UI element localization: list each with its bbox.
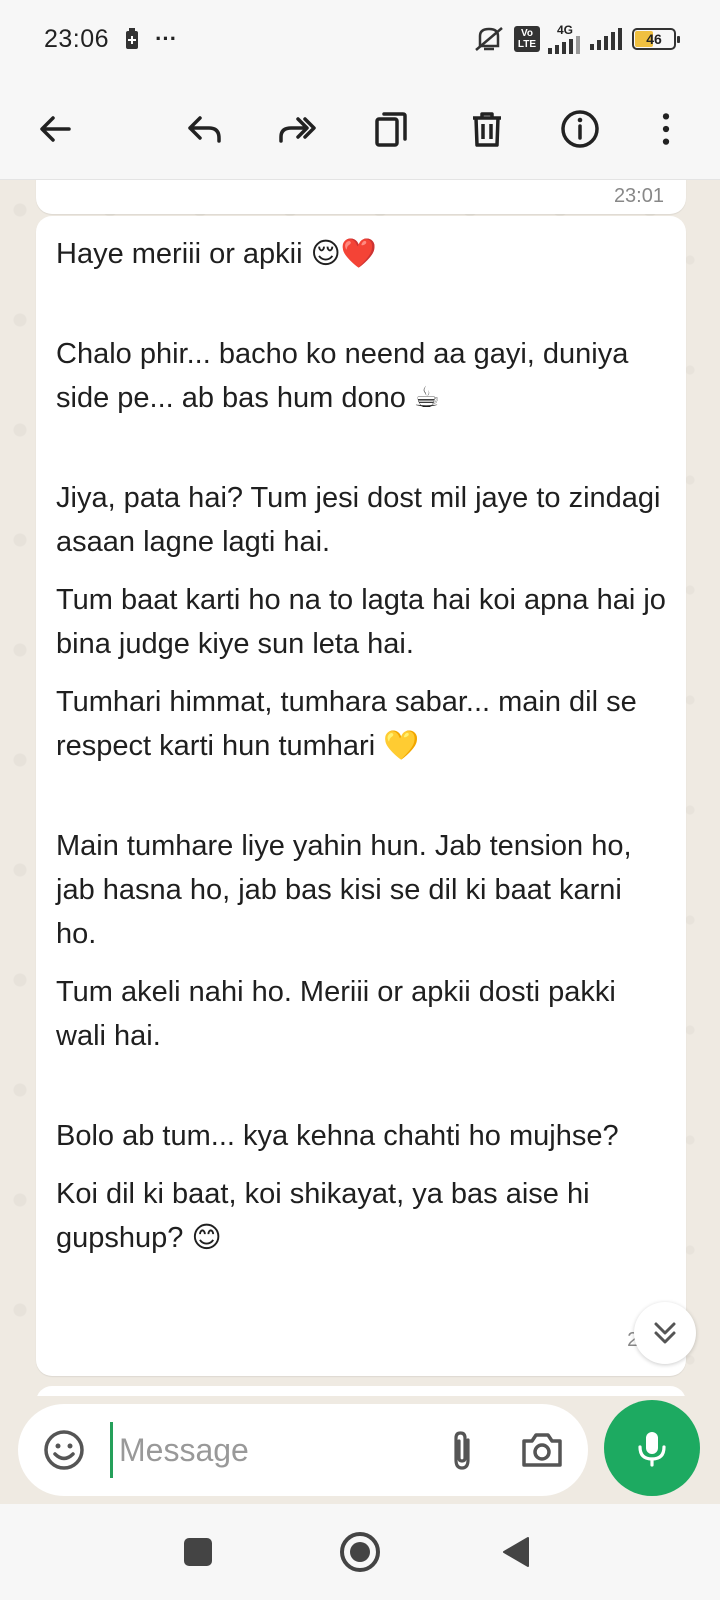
message-line: Tum akeli nahi ho. Meriii or apkii dosti… <box>56 976 616 1052</box>
status-bar: 23:06 ··· Vo LTE 4G 46 <box>0 0 720 78</box>
message-time: 23:01 <box>613 185 664 207</box>
chat-area[interactable]: 23:01 Haye meriii or apkii 😌❤️ Chalo phi… <box>0 180 720 1396</box>
home-button[interactable] <box>338 1530 382 1574</box>
back-button[interactable] <box>26 100 84 158</box>
home-circle-icon <box>340 1532 380 1572</box>
emoji-button[interactable] <box>40 1426 88 1474</box>
back-nav-button[interactable] <box>494 1530 538 1574</box>
message-input[interactable] <box>110 1422 410 1478</box>
input-bar <box>0 1396 720 1504</box>
signal-icon-2 <box>590 28 622 50</box>
double-chevron-down-icon <box>654 1322 676 1344</box>
camera-button[interactable] <box>518 1426 566 1474</box>
message-line: Koi dil ki baat, koi shikayat, ya bas ai… <box>56 1178 590 1254</box>
attach-button[interactable] <box>438 1426 486 1474</box>
reply-icon <box>188 116 221 143</box>
delete-button[interactable] <box>458 100 516 158</box>
status-overflow: ··· <box>155 26 178 51</box>
status-time: 23:06 <box>44 24 110 53</box>
emoji-icon <box>44 1430 84 1470</box>
paperclip-icon <box>454 1431 470 1470</box>
message-line: Main tumhare liye yahin hun. Jab tension… <box>56 830 632 950</box>
previous-message-bubble[interactable]: 23:01 <box>36 180 686 214</box>
info-icon <box>561 110 599 148</box>
mute-icon <box>475 27 503 51</box>
message-line: Haye meriii or apkii 😌❤️ <box>56 238 377 270</box>
microphone-icon <box>638 1432 666 1467</box>
copy-button[interactable] <box>362 100 420 158</box>
camera-icon <box>522 1433 562 1467</box>
next-message-bubble[interactable] <box>36 1386 686 1396</box>
more-vert-icon <box>662 113 670 145</box>
voice-record-button[interactable] <box>604 1400 700 1496</box>
volte-icon: Vo LTE <box>514 26 540 52</box>
battery-level: 46 <box>646 31 662 47</box>
square-icon <box>184 1538 212 1566</box>
recents-button[interactable] <box>176 1530 220 1574</box>
battery-saver-icon <box>126 28 139 49</box>
back-arrow-icon <box>40 116 71 142</box>
message-line: Tumhari himmat, tumhara sabar... main di… <box>56 686 637 762</box>
forward-icon <box>279 117 316 143</box>
signal-icon <box>548 36 580 54</box>
battery-icon: 46 <box>632 28 680 50</box>
selected-message-bubble[interactable]: Haye meriii or apkii 😌❤️ Chalo phir... b… <box>36 216 686 1376</box>
triangle-back-icon <box>503 1537 529 1567</box>
message-line: Jiya, pata hai? Tum jesi dost mil jaye t… <box>56 482 661 558</box>
copy-icon <box>375 112 407 147</box>
delete-icon <box>473 112 501 147</box>
forward-button[interactable] <box>268 100 326 158</box>
message-line: Bolo ab tum... kya kehna chahti ho mujhs… <box>56 1120 619 1152</box>
network-type: 4G <box>556 23 573 37</box>
scroll-to-bottom-button[interactable] <box>634 1302 696 1364</box>
message-composer <box>18 1404 588 1496</box>
more-options-button[interactable] <box>648 100 684 158</box>
reply-button[interactable] <box>176 100 234 158</box>
system-navigation-bar <box>0 1504 720 1600</box>
message-line: Tum baat karti ho na to lagta hai koi ap… <box>56 584 666 660</box>
message-line: Chalo phir... bacho ko neend aa gayi, du… <box>56 338 629 414</box>
info-button[interactable] <box>551 100 609 158</box>
screen: 23:06 ··· Vo LTE 4G 46 23:01 Haye meriii… <box>0 0 720 1600</box>
selection-action-bar <box>0 78 720 180</box>
